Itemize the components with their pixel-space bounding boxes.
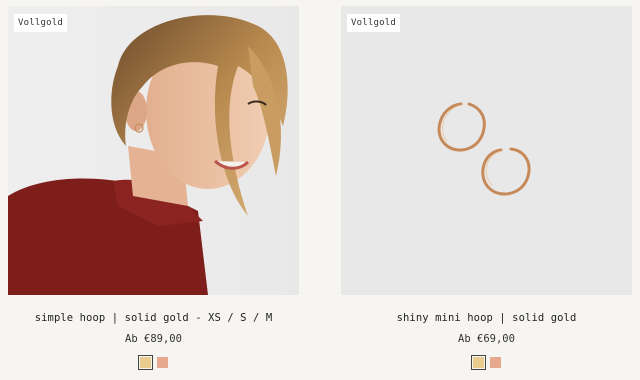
product-image[interactable]: Vollgold [8, 6, 299, 295]
swatch-rose-gold[interactable] [489, 357, 501, 368]
color-swatches [8, 355, 299, 370]
product-card[interactable]: Vollgold shiny mini hoop | solid gold Ab… [341, 0, 632, 380]
swatch-yellow-gold[interactable] [470, 355, 486, 370]
product-grid: Vollgold simple hoop | solid gold - XS /… [0, 0, 640, 380]
product-card[interactable]: Vollgold simple hoop | solid gold - XS /… [8, 0, 299, 380]
earrings-photo-icon [437, 102, 531, 196]
product-badge: Vollgold [347, 14, 400, 32]
product-image[interactable]: Vollgold [341, 6, 632, 295]
product-price: Ab €69,00 [458, 333, 515, 345]
swatch-yellow-gold[interactable] [137, 355, 153, 370]
product-badge: Vollgold [14, 14, 67, 32]
swatch-rose-gold[interactable] [156, 357, 168, 368]
model-photo-icon [8, 15, 288, 295]
color-swatches [341, 355, 632, 370]
product-title[interactable]: simple hoop | solid gold - XS / S / M [8, 312, 299, 324]
product-title[interactable]: shiny mini hoop | solid gold [341, 312, 632, 324]
product-price: Ab €89,00 [125, 333, 182, 345]
